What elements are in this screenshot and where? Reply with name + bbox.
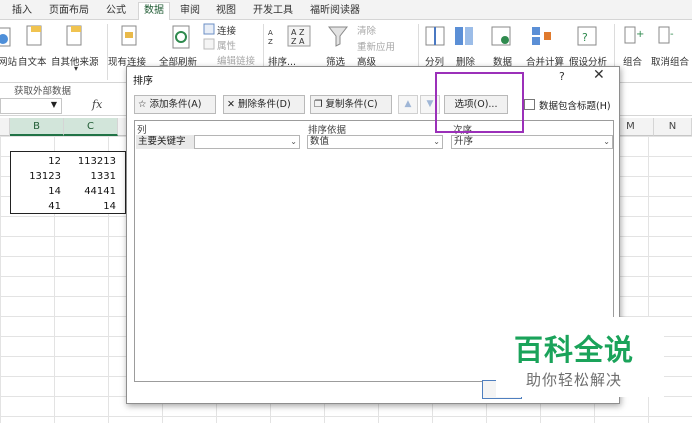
tab-developer[interactable]: 开发工具 xyxy=(248,3,298,20)
tab-formulas[interactable]: 公式 xyxy=(102,3,130,20)
sort-on-value: 数值 xyxy=(310,136,330,147)
copy-level-button[interactable]: ❐ 复制条件(C) xyxy=(310,95,392,114)
has-headers-label[interactable]: 数据包含标题(H) xyxy=(539,98,611,112)
data-validation-icon xyxy=(491,26,511,46)
cell-b2[interactable]: 13123 xyxy=(13,169,61,184)
svg-text:-: - xyxy=(670,29,674,40)
filter-icon xyxy=(327,26,349,47)
svg-text:A Z: A Z xyxy=(291,28,305,37)
watermark-title: 百科全说 xyxy=(514,333,635,367)
ungroup-button[interactable]: 取消组合 xyxy=(651,54,689,68)
add-level-button[interactable]: ☆ 添加条件(A) xyxy=(134,95,216,114)
delete-icon: ✕ xyxy=(227,99,235,110)
properties-button[interactable]: 属性 xyxy=(217,38,236,52)
select-all-corner[interactable] xyxy=(0,118,10,136)
add-level-label: 添加条件(A) xyxy=(149,99,202,110)
tab-review[interactable]: 审阅 xyxy=(176,3,204,20)
delete-level-button[interactable]: ✕ 删除条件(D) xyxy=(223,95,305,114)
consolidate-icon xyxy=(532,27,551,45)
connections-icon xyxy=(203,23,215,35)
existing-connections-icon xyxy=(121,25,137,46)
has-headers-checkbox[interactable] xyxy=(524,99,535,110)
properties-icon xyxy=(203,38,215,50)
svg-text:Z A: Z A xyxy=(291,37,305,46)
sort-icon: A ZZ A xyxy=(287,25,311,47)
chevron-down-icon[interactable]: ▼ xyxy=(51,100,57,109)
from-text-button[interactable]: 自文本 xyxy=(18,54,47,68)
tab-page-layout[interactable]: 页面布局 xyxy=(44,3,94,20)
what-if-analysis-icon: ? xyxy=(577,26,597,46)
close-icon[interactable]: ✕ xyxy=(593,67,605,83)
web-icon[interactable] xyxy=(0,26,12,48)
help-button[interactable]: ? xyxy=(559,70,565,83)
column-header-c[interactable]: C xyxy=(64,118,118,136)
from-web-button[interactable]: 网站 xyxy=(0,54,17,68)
group-separator xyxy=(107,24,108,80)
chevron-down-icon: ⌄ xyxy=(290,137,297,146)
tab-view[interactable]: 视图 xyxy=(212,3,240,20)
options-highlight-box xyxy=(435,72,524,133)
group-button[interactable]: 组合 xyxy=(623,54,642,68)
tab-foxit-reader[interactable]: 福昕阅读器 xyxy=(306,3,364,20)
svg-text:Z: Z xyxy=(268,38,273,46)
cell-c4[interactable]: 14 xyxy=(63,199,116,214)
add-level-icon: ☆ xyxy=(138,99,147,110)
column-header-b[interactable]: B xyxy=(10,118,64,136)
connections-button[interactable]: 连接 xyxy=(217,23,236,37)
text-to-columns-icon xyxy=(425,26,445,46)
tab-data[interactable]: 数据 xyxy=(138,2,170,21)
sort-on-select[interactable]: 数值 ⌄ xyxy=(307,135,443,149)
cell-c3[interactable]: 44141 xyxy=(63,184,116,199)
svg-text:+: + xyxy=(636,29,644,40)
clear-filter-button[interactable]: 清除 xyxy=(357,23,376,37)
cell-c2[interactable]: 1331 xyxy=(63,169,116,184)
ribbon-tab-bar: 插入 页面布局 公式 数据 审阅 视图 开发工具 福昕阅读器 xyxy=(0,0,692,21)
group-icon: + xyxy=(624,26,644,44)
ungroup-icon: - xyxy=(658,26,674,44)
reapply-button[interactable]: 重新应用 xyxy=(357,39,395,53)
delete-level-label: 删除条件(D) xyxy=(237,99,291,110)
column-header-label: 列 xyxy=(137,125,147,136)
watermark: 百科全说 助你轻松解决 xyxy=(496,317,664,397)
cell-b4[interactable]: 41 xyxy=(13,199,61,214)
column-header-n[interactable]: N xyxy=(654,118,692,136)
sort-ascending-icon[interactable]: AZ xyxy=(267,26,279,48)
dialog-title: 排序 xyxy=(133,76,153,87)
svg-text:A: A xyxy=(268,29,273,37)
cell-b1[interactable]: 12 xyxy=(13,154,61,169)
cell-b3[interactable]: 14 xyxy=(13,184,61,199)
move-up-icon[interactable]: ▲ xyxy=(398,95,418,114)
copy-level-label: 复制条件(C) xyxy=(325,99,378,110)
chevron-down-icon[interactable]: ▾ xyxy=(74,64,78,73)
other-source-icon xyxy=(66,25,82,46)
copy-icon: ❐ xyxy=(314,99,323,110)
primary-key-label: 主要关键字 xyxy=(136,135,194,149)
tab-insert[interactable]: 插入 xyxy=(8,3,36,20)
cell-c1[interactable]: 113213 xyxy=(63,154,116,169)
svg-text:?: ? xyxy=(582,31,588,44)
edit-links-button[interactable]: 编辑链接 xyxy=(217,53,255,67)
sort-on-header-label: 排序依据 xyxy=(308,125,347,136)
order-select[interactable]: 升序 ⌄ xyxy=(451,135,613,149)
text-file-icon xyxy=(26,25,42,46)
order-value: 升序 xyxy=(454,136,474,147)
refresh-icon xyxy=(172,25,190,49)
fx-label[interactable]: fx xyxy=(92,98,102,111)
external-data-group-label: 获取外部数据 xyxy=(14,86,72,97)
chevron-down-icon: ⌄ xyxy=(433,137,440,146)
sort-column-select[interactable]: ⌄ xyxy=(194,135,300,149)
watermark-subtitle: 助你轻松解决 xyxy=(526,371,623,389)
selected-data-range[interactable]: 12 113213 13123 1331 14 44141 41 14 xyxy=(10,151,126,214)
name-box[interactable]: ▼ xyxy=(0,98,62,114)
chevron-down-icon: ⌄ xyxy=(603,137,610,146)
remove-duplicates-icon xyxy=(455,27,473,45)
